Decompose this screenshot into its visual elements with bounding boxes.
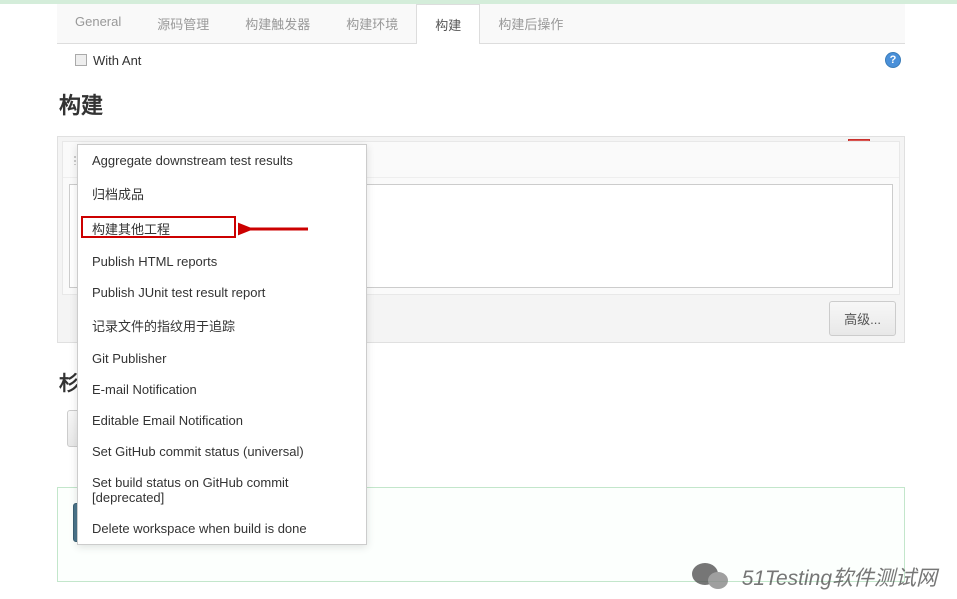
dropdown-item-editable-email[interactable]: Editable Email Notification (78, 405, 366, 436)
with-ant-label: With Ant (93, 53, 141, 68)
with-ant-checkbox[interactable] (75, 54, 87, 66)
with-ant-row: With Ant ? (57, 44, 905, 74)
dropdown-item-fingerprint[interactable]: 记录文件的指纹用于追踪 (78, 308, 366, 343)
help-icon[interactable]: ? (885, 52, 901, 68)
dropdown-item-github-deprecated[interactable]: Set build status on GitHub commit [depre… (78, 467, 366, 513)
tab-build[interactable]: 构建 (416, 4, 480, 44)
dropdown-item-publish-html[interactable]: Publish HTML reports (78, 246, 366, 277)
dropdown-item-publish-junit[interactable]: Publish JUnit test result report (78, 277, 366, 308)
dropdown-item-aggregate[interactable]: Aggregate downstream test results (78, 145, 366, 176)
advanced-button[interactable]: 高级... (829, 301, 896, 336)
dropdown-item-build-other[interactable]: 构建其他工程 (78, 211, 366, 246)
post-build-dropdown: Aggregate downstream test results 归档成品 构… (77, 144, 367, 545)
tab-triggers[interactable]: 构建触发器 (227, 4, 328, 43)
tab-post-build[interactable]: 构建后操作 (480, 4, 581, 43)
tab-env[interactable]: 构建环境 (328, 4, 416, 43)
dropdown-item-email[interactable]: E-mail Notification (78, 374, 366, 405)
watermark-text: 51Testing软件测试网 (742, 562, 937, 592)
dropdown-item-git-publisher[interactable]: Git Publisher (78, 343, 366, 374)
dropdown-item-github-status[interactable]: Set GitHub commit status (universal) (78, 436, 366, 467)
wechat-icon (692, 561, 732, 593)
tabs-row: General 源码管理 构建触发器 构建环境 构建 构建后操作 (57, 4, 905, 44)
build-section-title: 构建 (57, 74, 905, 136)
dropdown-item-archive[interactable]: 归档成品 (78, 176, 366, 211)
tab-scm[interactable]: 源码管理 (139, 4, 227, 43)
tab-general[interactable]: General (57, 4, 139, 43)
watermark: 51Testing软件测试网 (692, 561, 937, 593)
dropdown-item-delete-workspace[interactable]: Delete workspace when build is done (78, 513, 366, 544)
